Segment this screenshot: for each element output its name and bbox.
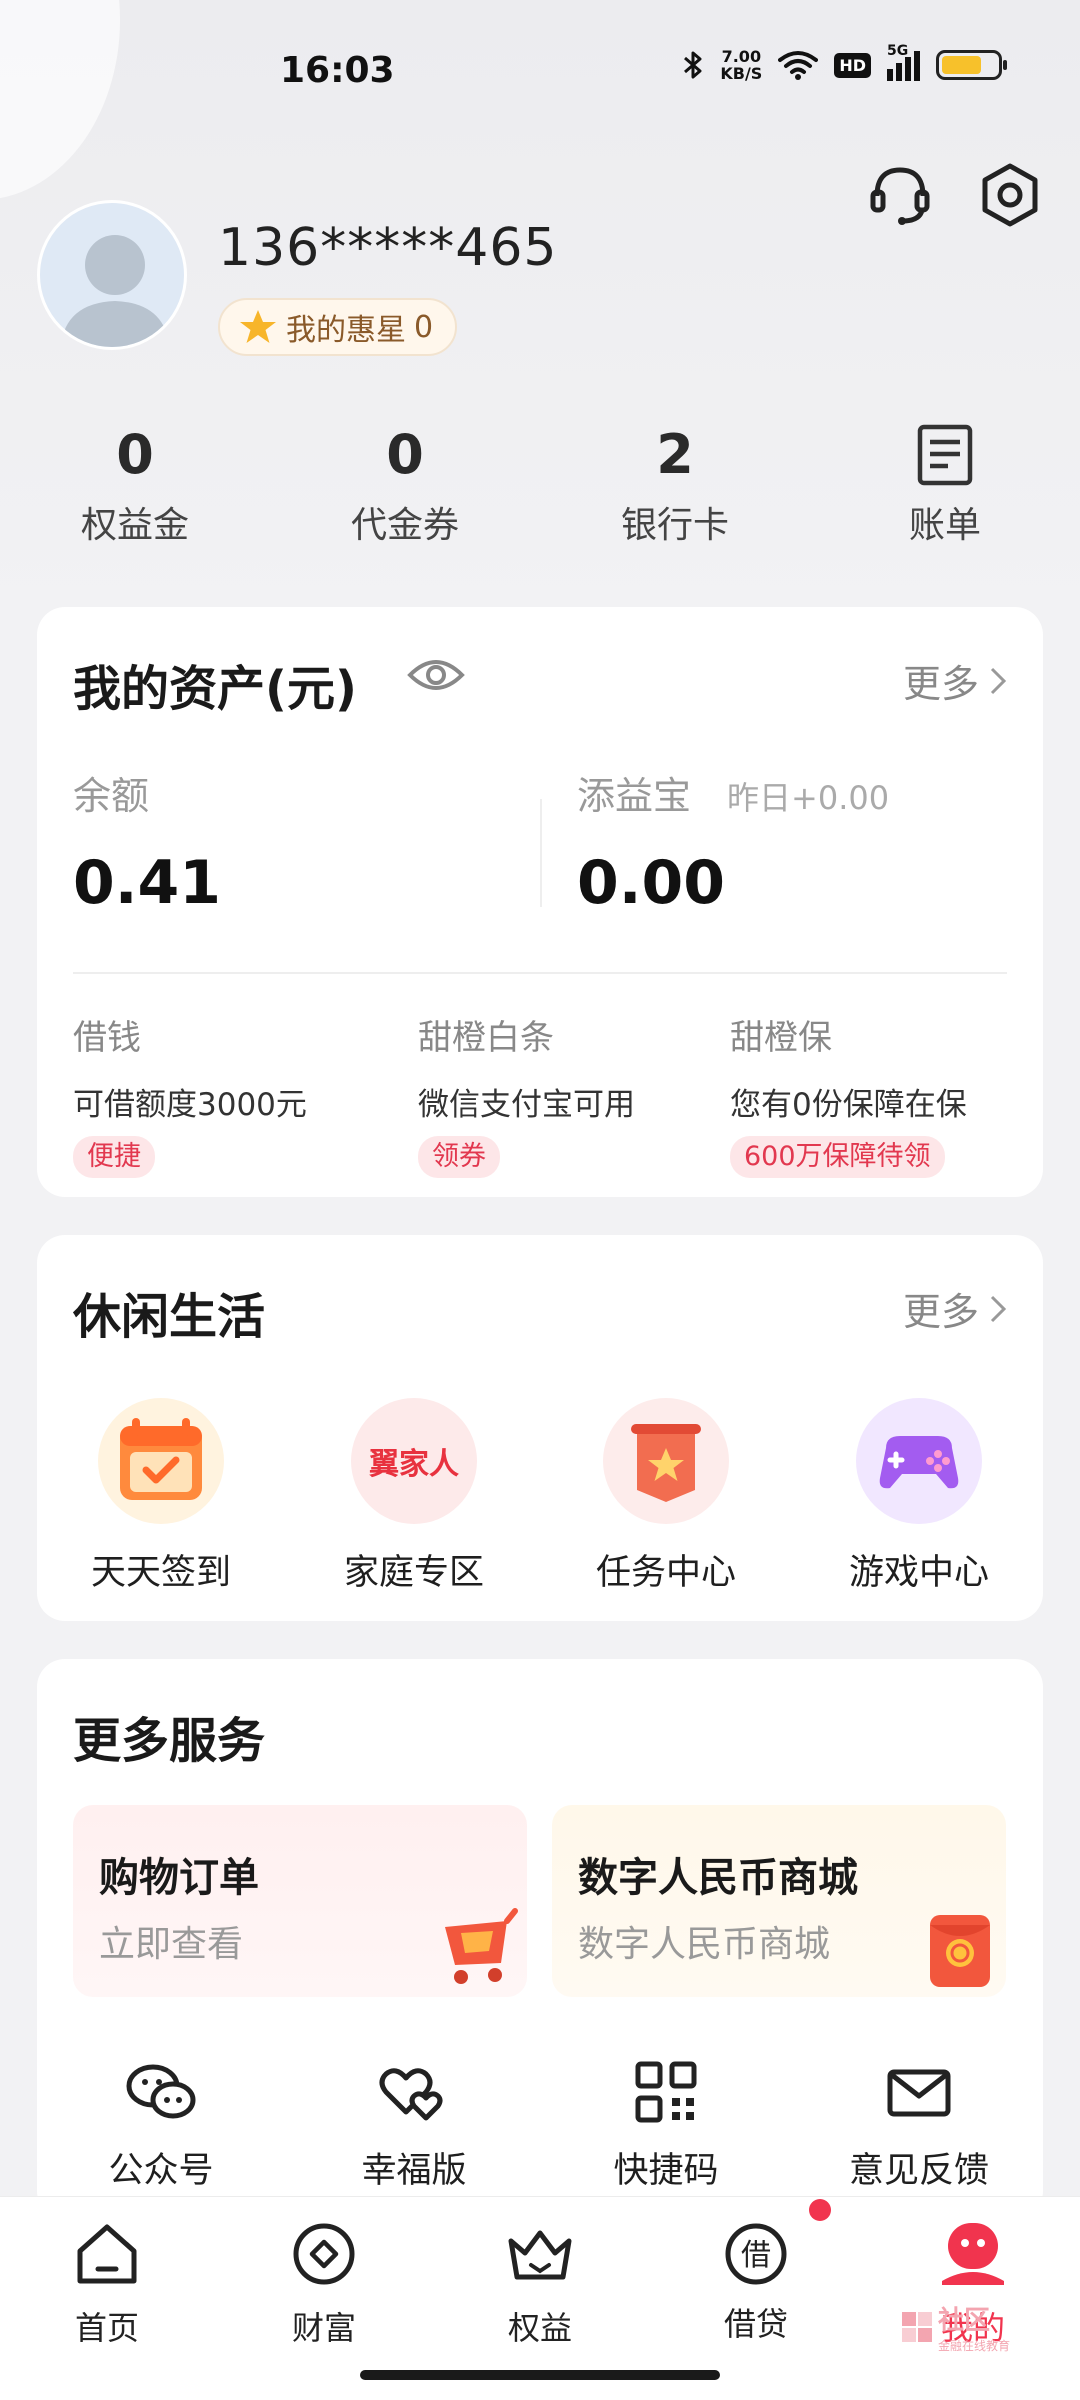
family-zone[interactable]: 翼家人 家庭专区 [314,1398,514,1595]
stat-vouchers[interactable]: 0 代金券 [305,420,505,548]
white-bar-item[interactable]: 甜橙白条 微信支付宝可用 领券 [418,1010,635,1178]
balance-block[interactable]: 余额 0.41 [73,765,221,918]
qr-code-icon [635,2061,697,2123]
shopping-orders-tile[interactable]: 购物订单 立即查看 [73,1805,527,1997]
hd-badge: HD [834,52,871,78]
assets-more-link[interactable]: 更多 [903,653,1007,708]
hearts-icon [379,2068,443,2121]
status-icons: 7.00 KB/S HD 5G [682,43,1007,83]
star-label: 我的惠星 [286,313,406,348]
phone-number: 136*****465 [218,218,558,278]
nav-loan[interactable]: 借 借贷 [676,2199,836,2345]
leisure-title: 休闲生活 [73,1289,266,1345]
official-account[interactable]: 公众号 [61,2060,261,2193]
stat-rights-gold[interactable]: 0 权益金 [35,420,235,548]
nav-wealth[interactable]: 财富 [244,2219,404,2349]
wifi-icon [778,51,819,80]
game-center[interactable]: 游戏中心 [819,1398,1019,1595]
default-avatar-icon [60,235,170,347]
asset-separator [73,972,1007,974]
status-bar: 16:03 7.00 KB/S HD 5G [0,0,1080,140]
home-indicator[interactable] [360,2370,720,2380]
home-icon [77,2224,137,2284]
stats-row: 0 权益金 0 代金券 2 银行卡 账单 [0,420,1080,560]
bill-icon [917,424,973,486]
loan-icon: 借 [721,2199,831,2289]
avatar[interactable] [37,200,187,350]
shopping-cart-icon [445,1908,518,1984]
star-count: 0 [414,309,434,345]
chevron-right-icon [990,1295,1007,1322]
leisure-more-link[interactable]: 更多 [903,1281,1007,1336]
loan-item[interactable]: 借钱 可借额度3000元 便捷 [73,1010,307,1178]
feedback[interactable]: 意见反馈 [819,2060,1019,2193]
insurance-item[interactable]: 甜橙保 您有0份保障在保 600万保障待领 [730,1010,967,1178]
asset-divider [540,799,542,907]
services-title: 更多服务 [73,1713,266,1769]
family-logo-icon: 翼家人 [351,1398,477,1524]
assets-title: 我的资产(元) [73,661,357,717]
stat-bills[interactable]: 账单 [845,420,1045,548]
gamepad-icon [856,1398,982,1524]
red-envelope-icon [930,1915,990,1987]
stat-bank-cards[interactable]: 2 银行卡 [575,420,775,548]
nav-rights[interactable]: 权益 [460,2219,620,2349]
wealth-icon [293,2223,355,2285]
bluetooth-icon [684,51,702,79]
digital-rmb-mall-tile[interactable]: 数字人民币商城 数字人民币商城 [552,1805,1006,1997]
settings-icon[interactable] [975,160,1045,230]
yesterday-gain: 昨日+0.00 [727,779,890,817]
tianyibao-block[interactable]: 添益宝 昨日+0.00 0.00 [577,765,889,918]
happiness-version[interactable]: 幸福版 [314,2060,514,2193]
svg-text:借: 借 [741,2238,771,2273]
eye-icon[interactable] [407,655,465,695]
wechat-icon [126,2064,196,2119]
star-icon [240,310,276,343]
mail-icon [887,2069,951,2117]
battery-icon [936,50,1007,80]
crown-icon [508,2230,572,2280]
task-center[interactable]: 任务中心 [566,1398,766,1595]
net-speed: 7.00 KB/S [720,47,763,83]
profile-icon [942,2223,1004,2285]
nav-home[interactable]: 首页 [27,2219,187,2349]
task-banner-icon [603,1398,729,1524]
calendar-check-icon [98,1398,224,1524]
chevron-right-icon [990,667,1007,694]
notification-dot [809,2199,831,2221]
watermark: 社区 金融在线教育 [900,2300,1010,2354]
star-badge[interactable]: 我的惠星 0 [218,298,458,356]
watermark-logo-icon [902,2312,932,2342]
signal-icon: 5G [887,43,920,81]
daily-checkin[interactable]: 天天签到 [61,1398,261,1595]
customer-service-icon[interactable] [865,160,935,230]
quick-code[interactable]: 快捷码 [566,2060,766,2193]
status-time: 16:03 [280,50,395,91]
